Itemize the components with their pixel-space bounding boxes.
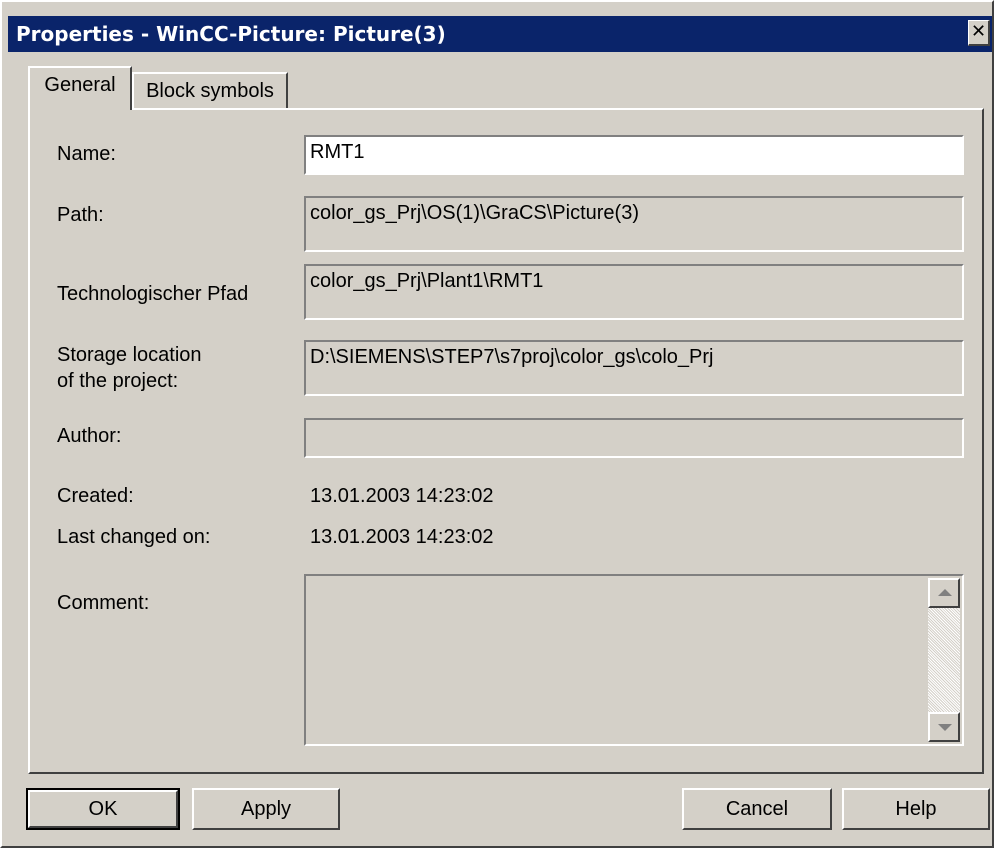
comment-label: Comment: [57,592,150,614]
last-changed-value: 13.01.2003 14:23:02 [310,526,494,548]
author-label: Author: [57,425,122,447]
path-label: Path: [57,204,104,226]
properties-dialog: Properties - WinCC-Picture: Picture(3) ✕… [0,0,994,848]
ok-button[interactable]: OK [26,788,180,830]
technological-path-value: color_gs_Prj\Plant1\RMT1 [310,270,544,292]
path-value: color_gs_Prj\OS(1)\GraCS\Picture(3) [310,202,639,224]
technological-path-field: color_gs_Prj\Plant1\RMT1 [304,264,964,320]
created-value: 13.01.2003 14:23:02 [310,485,494,507]
name-label: Name: [57,143,116,165]
scroll-up-button[interactable] [928,578,960,608]
arrow-up-icon [938,589,952,596]
ok-button-label: OK [28,790,178,828]
comment-textarea[interactable] [304,574,964,746]
tab-block-symbols[interactable]: Block symbols [132,72,288,108]
tab-general[interactable]: General [28,66,132,110]
window-title: Properties - WinCC-Picture: Picture(3) [16,22,446,46]
arrow-down-icon [938,724,952,731]
last-changed-label: Last changed on: [57,526,211,548]
storage-location-value: D:\SIEMENS\STEP7\s7proj\color_gs\colo_Pr… [310,346,714,368]
path-field: color_gs_Prj\OS(1)\GraCS\Picture(3) [304,196,964,252]
storage-location-field: D:\SIEMENS\STEP7\s7proj\color_gs\colo_Pr… [304,340,964,396]
storage-location-label-line1: Storage location [57,344,202,366]
general-tab-panel: Name: RMT1 Path: color_gs_Prj\OS(1)\GraC… [28,108,984,774]
help-button[interactable]: Help [842,788,990,830]
storage-location-label-line2: of the project: [57,370,179,392]
name-input-value: RMT1 [310,141,365,163]
name-input[interactable]: RMT1 [304,135,964,175]
comment-scrollbar[interactable] [928,578,960,742]
apply-button[interactable]: Apply [192,788,340,830]
technological-path-label: Technologischer Pfad [57,283,249,305]
close-icon: ✕ [970,21,987,42]
title-bar[interactable]: Properties - WinCC-Picture: Picture(3) ✕ [8,16,992,52]
created-label: Created: [57,485,134,507]
close-button[interactable]: ✕ [968,20,990,46]
scroll-down-button[interactable] [928,712,960,742]
cancel-button[interactable]: Cancel [682,788,832,830]
author-input[interactable] [304,418,964,458]
